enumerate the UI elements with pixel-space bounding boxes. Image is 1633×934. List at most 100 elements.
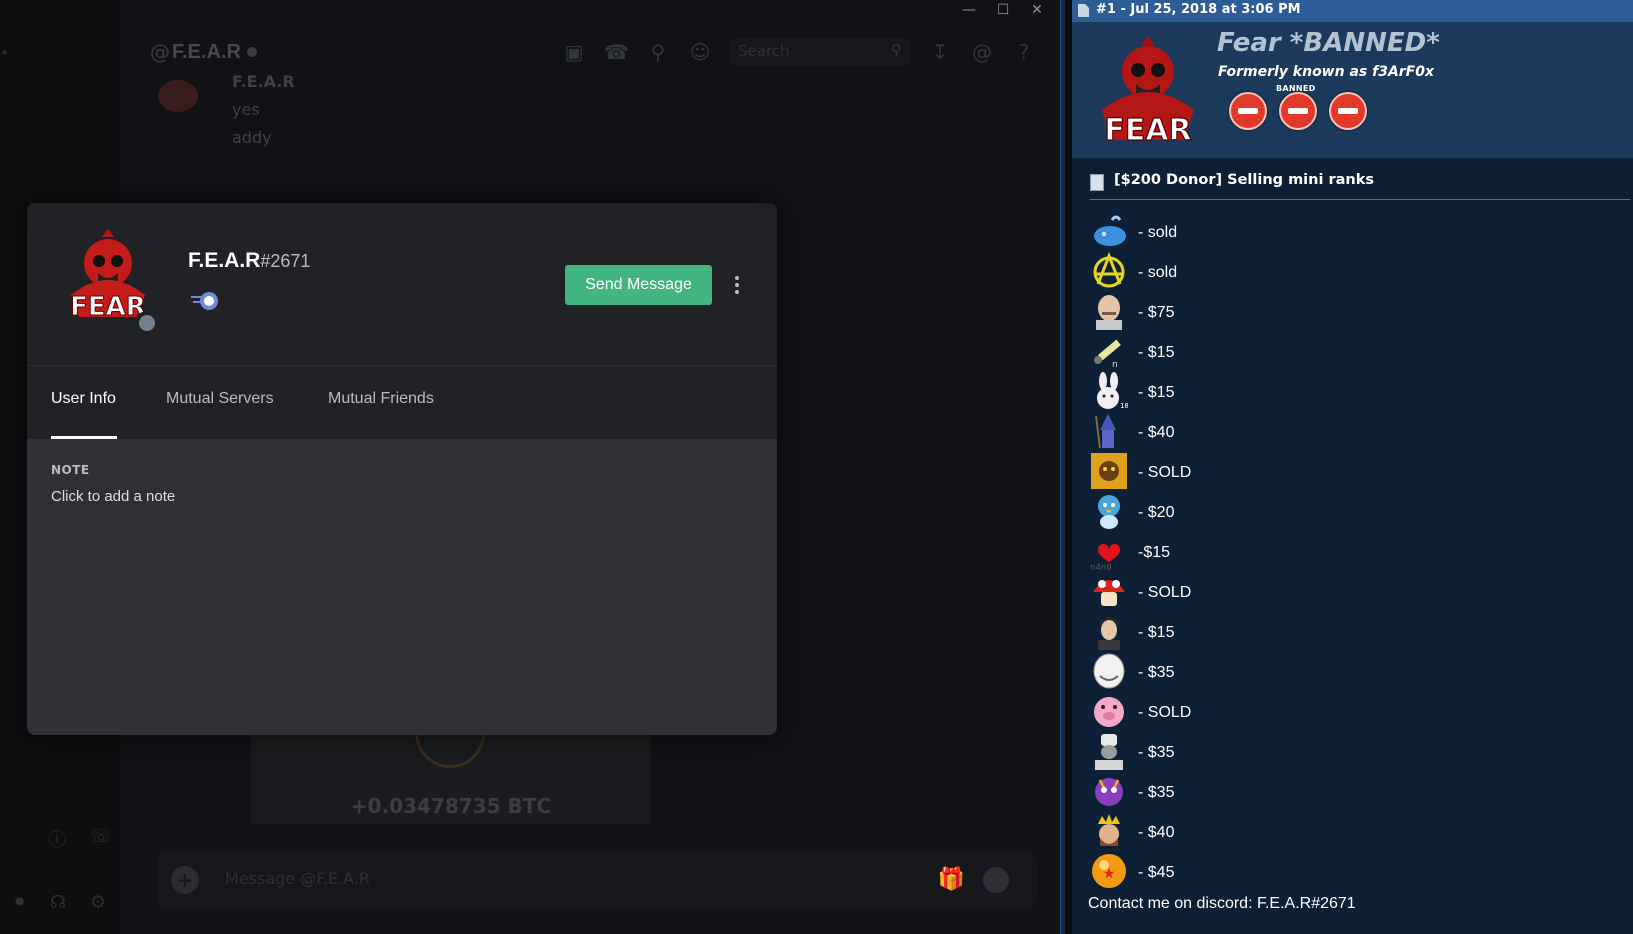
profile-username: F.E.A.R#2671 bbox=[188, 249, 310, 273]
rank-price: - $15 bbox=[1138, 344, 1175, 361]
minimize-icon[interactable]: — bbox=[954, 0, 984, 20]
list-item: - $40 bbox=[1090, 810, 1390, 850]
status-indicator-offline bbox=[135, 311, 159, 335]
microphone-icon[interactable]: ⚫ bbox=[12, 892, 27, 913]
svg-text:n: n bbox=[1112, 360, 1118, 370]
rank-price: - sold bbox=[1138, 224, 1178, 241]
thread-title: [$200 Donor] Selling mini ranks bbox=[1090, 172, 1630, 200]
post-number-date[interactable]: #1 - Jul 25, 2018 at 3:06 PM bbox=[1096, 2, 1301, 17]
rank-price: - $35 bbox=[1138, 784, 1175, 801]
btc-embed: +0.03478735 BTC bbox=[251, 712, 651, 824]
list-item: - $75 bbox=[1090, 290, 1390, 330]
dragon-ball-icon: ★ bbox=[1092, 854, 1126, 888]
btc-amount: +0.03478735 BTC bbox=[350, 794, 552, 818]
rank-price: - sold bbox=[1138, 264, 1178, 281]
headphones-icon[interactable]: ☊ bbox=[50, 892, 66, 913]
rank-price: - SOLD bbox=[1138, 584, 1192, 601]
rank-price: - $15 bbox=[1138, 624, 1175, 641]
message-line: addy bbox=[232, 128, 272, 147]
heart-icon: n4n0 bbox=[1090, 544, 1120, 570]
message-avatar[interactable] bbox=[155, 76, 201, 116]
discriminator: #2671 bbox=[260, 251, 311, 271]
rank-price: - $15 bbox=[1138, 384, 1175, 401]
list-item: - $35 bbox=[1090, 770, 1390, 810]
syringe-icon: n bbox=[1094, 339, 1121, 370]
add-friend-icon[interactable]: ☺ bbox=[688, 40, 712, 64]
post-header-bar: #1 - Jul 25, 2018 at 3:06 PM bbox=[1072, 0, 1633, 22]
send-message-button[interactable]: Send Message bbox=[565, 265, 712, 305]
search-input[interactable]: Search ⚲ bbox=[730, 38, 910, 66]
list-item: - SOLD bbox=[1090, 450, 1390, 490]
channel-name: F.E.A.R bbox=[172, 40, 241, 63]
header-toolbar: ▣ ☎ ⚲ ☺ Search ⚲ ↧ @ ? bbox=[562, 30, 1060, 74]
user-profile-modal: FEAR F.E.A.R#2671 Send Message User Info… bbox=[27, 203, 777, 735]
at-symbol: @ bbox=[150, 40, 170, 64]
sidebar-ghost-text: • bbox=[0, 44, 9, 62]
message-input[interactable]: + Message @F.E.A.R 🎁 bbox=[157, 853, 1037, 907]
message-placeholder: Message @F.E.A.R bbox=[225, 869, 370, 888]
rank-price: - $40 bbox=[1138, 424, 1175, 441]
list-item: ★ - $45 bbox=[1090, 850, 1390, 890]
video-call-icon[interactable]: ▣ bbox=[562, 40, 586, 64]
note-input[interactable]: Click to add a note bbox=[51, 488, 175, 505]
emoji-icon[interactable] bbox=[983, 867, 1009, 893]
window-controls: — ☐ ✕ bbox=[954, 0, 1052, 20]
list-item: - sold bbox=[1090, 250, 1390, 290]
pin-icon[interactable]: ⚲ bbox=[646, 40, 670, 64]
tab-mutual-servers[interactable]: Mutual Servers bbox=[166, 390, 274, 408]
hypesquad-badge-icon[interactable] bbox=[189, 287, 223, 315]
list-item: - $40 bbox=[1090, 410, 1390, 450]
svg-text:18: 18 bbox=[1120, 402, 1128, 410]
list-item: n - $15 bbox=[1090, 330, 1390, 370]
phone-icon[interactable]: ☎ bbox=[604, 40, 629, 64]
svg-text:FEAR: FEAR bbox=[70, 292, 146, 322]
message-line: yes bbox=[232, 100, 260, 119]
king-icon bbox=[1098, 814, 1120, 846]
phone-hangup-icon[interactable]: ☏ bbox=[90, 826, 113, 847]
thread-title-text[interactable]: [$200 Donor] Selling mini ranks bbox=[1114, 172, 1374, 188]
piplup-icon bbox=[1098, 495, 1120, 529]
list-item: n4n0 -$15 bbox=[1090, 530, 1390, 570]
author-subtitle: Formerly known as f3ArF0x bbox=[1218, 64, 1435, 80]
mushroom-icon bbox=[1093, 580, 1125, 606]
forum-post: #1 - Jul 25, 2018 at 3:06 PM FEAR Fear *… bbox=[1072, 0, 1633, 934]
tab-mutual-friends[interactable]: Mutual Friends bbox=[328, 390, 434, 408]
bunny-icon: 18 bbox=[1097, 372, 1128, 410]
gift-icon[interactable]: 🎁 bbox=[938, 867, 965, 892]
info-icon[interactable]: ⓘ bbox=[48, 826, 66, 852]
troll-face-icon bbox=[1093, 653, 1125, 689]
list-item: - $35 bbox=[1090, 650, 1390, 690]
download-icon[interactable]: ↧ bbox=[928, 40, 952, 64]
maximize-icon[interactable]: ☐ bbox=[988, 0, 1018, 20]
discord-window: • — ☐ ✕ @ F.E.A.R ▣ ☎ ⚲ ☺ Search ⚲ ↧ @ ? bbox=[0, 0, 1060, 934]
ban-icon bbox=[1329, 92, 1367, 130]
document-icon bbox=[1078, 4, 1089, 17]
message-author[interactable]: F.E.A.R bbox=[232, 72, 295, 91]
author-name[interactable]: Fear *BANNED* bbox=[1217, 28, 1440, 58]
active-tab-underline bbox=[51, 436, 117, 439]
help-icon[interactable]: ? bbox=[1012, 40, 1036, 64]
rank-price: - $35 bbox=[1138, 664, 1175, 681]
rank-price: - $35 bbox=[1138, 744, 1175, 761]
svg-text:n4n0: n4n0 bbox=[1090, 563, 1112, 570]
note-title: NOTE bbox=[51, 463, 90, 477]
list-item: - SOLD bbox=[1090, 690, 1390, 730]
rank-price: - $45 bbox=[1138, 864, 1175, 881]
whale-icon bbox=[1094, 215, 1126, 246]
close-icon[interactable]: ✕ bbox=[1022, 0, 1052, 20]
author-block: FEAR Fear *BANNED* Formerly known as f3A… bbox=[1072, 22, 1633, 158]
svg-text:★: ★ bbox=[1103, 866, 1116, 882]
search-icon: ⚲ bbox=[891, 41, 902, 59]
more-options-icon[interactable] bbox=[727, 271, 747, 299]
mention-icon[interactable]: @ bbox=[970, 40, 994, 64]
contact-line: Contact me on discord: F.E.A.R#2671 bbox=[1088, 895, 1356, 912]
author-avatar[interactable]: FEAR bbox=[1084, 32, 1212, 154]
list-item: - sold bbox=[1090, 210, 1390, 250]
wizard-icon bbox=[1095, 414, 1116, 449]
tab-user-info[interactable]: User Info bbox=[51, 390, 116, 408]
ban-icon bbox=[1279, 92, 1317, 130]
attach-plus-icon[interactable]: + bbox=[171, 866, 199, 894]
ban-icon bbox=[1229, 92, 1267, 130]
settings-gear-icon[interactable]: ⚙ bbox=[90, 892, 106, 913]
window-divider bbox=[1060, 0, 1065, 934]
